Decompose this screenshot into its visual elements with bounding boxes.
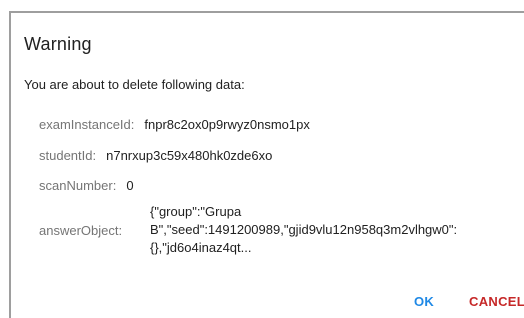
student-id-label: studentId: (39, 148, 97, 163)
scan-number-value: 0 (126, 178, 134, 193)
exam-instance-id-label: examInstanceId: (39, 117, 135, 132)
dialog-border-left (9, 11, 11, 318)
answer-object-label: answerObject: (39, 223, 123, 238)
exam-instance-id-row: examInstanceId: fnpr8c2ox0p9rwyz0nsmo1px (39, 117, 310, 132)
delete-warning-dialog: Warning You are about to delete followin… (0, 0, 524, 318)
scan-number-row: scanNumber: 0 (39, 178, 134, 193)
answer-object-line: B","seed":1491200989,"gjid9vlu12n958q3m2… (150, 222, 458, 237)
cancel-button[interactable]: CANCEL (469, 294, 524, 309)
answer-object-line: {},"jd6o4inaz4qt... (150, 240, 252, 255)
exam-instance-id-value: fnpr8c2ox0p9rwyz0nsmo1px (144, 117, 310, 132)
scan-number-label: scanNumber: (39, 178, 117, 193)
dialog-message: You are about to delete following data: (24, 77, 245, 92)
student-id-value: n7nrxup3c59x480hk0zde6xo (106, 148, 273, 163)
dialog-border-top (9, 11, 524, 13)
ok-button[interactable]: OK (414, 294, 434, 309)
student-id-row: studentId: n7nrxup3c59x480hk0zde6xo (39, 148, 272, 163)
dialog-title: Warning (24, 34, 92, 54)
answer-object-line: {"group":"Grupa (150, 204, 242, 219)
answer-object-value: {"group":"Grupa B","seed":1491200989,"gj… (150, 203, 460, 257)
